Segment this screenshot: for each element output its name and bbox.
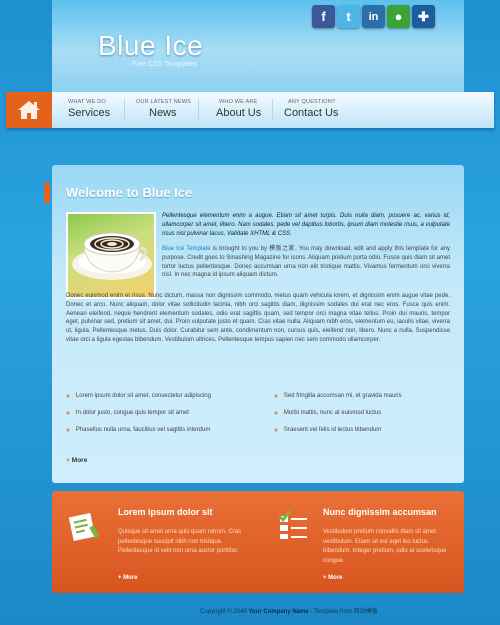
template-info-paragraph: Blue Ice Template is brought to you by 模…	[162, 245, 450, 280]
list-item-text: Sed fringilla accumsan mi, et gravida ma…	[283, 393, 402, 399]
list-item: » Sraesent vel felis id lectus bibendum	[274, 427, 402, 444]
plus-icon: +	[66, 457, 70, 464]
nav-item-caption: OUR LATEST NEWS	[136, 99, 192, 105]
nav-item-label: News	[149, 107, 177, 119]
main-nav: WHAT WE DO Services OUR LATEST NEWS News…	[6, 92, 494, 128]
myspace-icon[interactable]: ✚	[412, 5, 435, 28]
template-link[interactable]: Blue Ice Template	[162, 246, 211, 252]
checklist-icon	[277, 510, 307, 539]
nav-item-caption: ANY QUESTION?	[288, 99, 336, 105]
nav-item-label: Contact Us	[284, 107, 339, 119]
coffee-cup-image	[66, 212, 156, 299]
social-links: f t in ● ✚	[312, 5, 435, 28]
more-label: More	[328, 575, 343, 581]
box-text: Vestibulum pretium convallis diam sit am…	[323, 529, 447, 564]
list-item: » Morbi mattis, nunc at euismod luctus	[274, 410, 402, 427]
heading-marker	[44, 183, 50, 203]
list-item-text: Morbi mattis, nunc at euismod luctus	[283, 410, 382, 416]
nav-item-about[interactable]: WHO WE ARE About Us	[216, 99, 261, 119]
arrow-icon: »	[274, 427, 278, 434]
body-paragraph: Donec euismod enim et risus. Nunc dictum…	[66, 293, 450, 343]
facebook-icon[interactable]: f	[312, 5, 335, 28]
feature-list-right: » Sed fringilla accumsan mi, et gravida m…	[274, 393, 402, 444]
arrow-icon: »	[274, 410, 278, 417]
nav-item-services[interactable]: WHAT WE DO Services	[68, 99, 110, 119]
arrow-icon: »	[66, 427, 70, 434]
nav-item-news[interactable]: OUR LATEST NEWS News	[136, 99, 191, 119]
nav-item-label: About Us	[216, 107, 262, 119]
nav-divider	[272, 99, 273, 121]
arrow-icon: »	[66, 393, 70, 400]
box-text: Quisque sit amet urna quis quam rutrum. …	[118, 529, 242, 554]
list-item: » Lorem ipsum dolor sit amet, consectetur…	[66, 393, 211, 410]
list-item: » In dolor justo, congue quis tempor sit …	[66, 410, 211, 427]
more-label: More	[123, 575, 138, 581]
list-item-text: Sraesent vel felis id lectus bibendum	[283, 427, 382, 433]
more-link[interactable]: + More	[118, 575, 138, 581]
nav-divider	[124, 99, 125, 121]
list-item-text: Lorem ipsum dolor sit amet, consectetur …	[75, 393, 211, 399]
list-item-text: In dolor justo, congue quis tempor sit a…	[75, 410, 189, 416]
site-tagline: Free CSS Templates	[132, 61, 197, 68]
chat-icon[interactable]: ●	[387, 5, 410, 28]
page-title: Welcome to Blue Ice	[66, 185, 193, 200]
copyright-text: Copyright © 2048	[200, 609, 249, 615]
company-name-link[interactable]: Your Company Name	[248, 609, 308, 615]
nav-item-caption: WHO WE ARE	[219, 99, 258, 105]
home-icon	[18, 101, 40, 119]
list-item-text: Phasellus nulla urna, faucibus vel sagit…	[75, 427, 211, 433]
more-link[interactable]: + More	[66, 457, 87, 464]
box-title: Lorem ipsum dolor sit	[118, 507, 213, 517]
nav-item-contact[interactable]: ANY QUESTION? Contact Us	[284, 99, 338, 119]
list-item: » Phasellus nulla urna, faucibus vel sagi…	[66, 427, 211, 444]
arrow-icon: »	[274, 393, 278, 400]
nav-item-caption: WHAT WE DO	[68, 99, 106, 105]
template-credit: - Template from 网站模板	[308, 609, 378, 615]
arrow-icon: »	[66, 410, 70, 417]
footer: Copyright © 2048 Your Company Name - Tem…	[200, 606, 378, 615]
feature-list-left: » Lorem ipsum dolor sit amet, consectetur…	[66, 393, 211, 444]
nav-divider	[198, 99, 199, 121]
twitter-icon[interactable]: t	[337, 5, 360, 28]
site-title[interactable]: Blue Ice	[98, 30, 203, 62]
intro-paragraph: Pellentesque elementum enim a augue. Eti…	[162, 213, 450, 237]
document-icon	[68, 512, 100, 542]
box-title: Nunc dignissim accumsan	[323, 507, 437, 517]
coffee-cup-illustration	[72, 232, 152, 280]
linkedin-icon[interactable]: in	[362, 5, 385, 28]
nav-item-label: Services	[68, 107, 111, 119]
home-button[interactable]	[6, 92, 52, 128]
more-link[interactable]: + More	[323, 575, 343, 581]
more-label: More	[71, 457, 88, 464]
list-item: » Sed fringilla accumsan mi, et gravida m…	[274, 393, 402, 410]
